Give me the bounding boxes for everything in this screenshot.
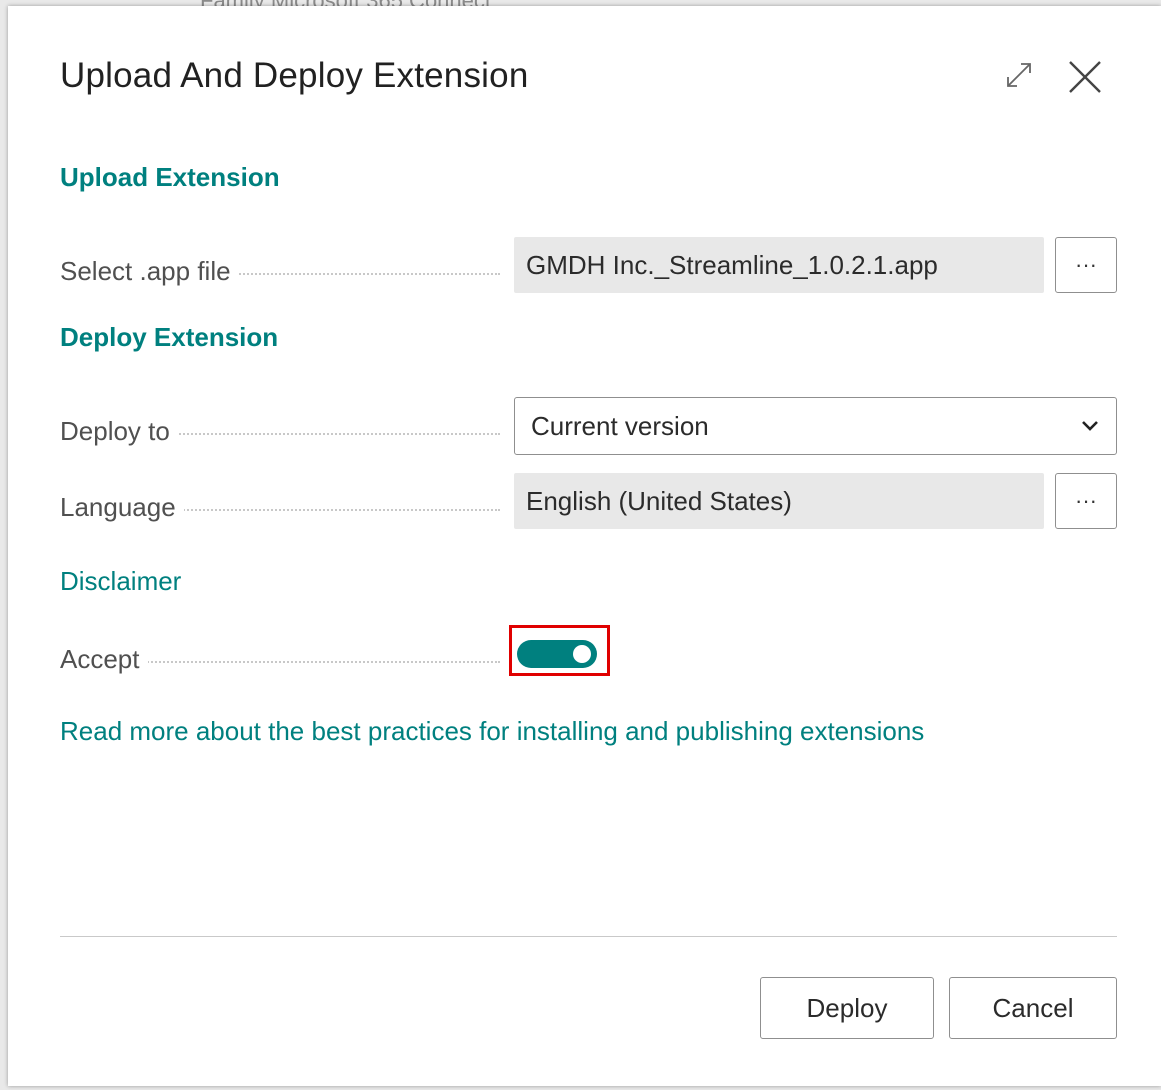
disclaimer-link[interactable]: Disclaimer <box>60 566 181 597</box>
accept-label: Accept <box>60 644 500 678</box>
cancel-button[interactable]: Cancel <box>949 977 1117 1039</box>
expand-button[interactable] <box>998 54 1040 96</box>
deploy-extension-heading: Deploy Extension <box>60 322 279 352</box>
language-label: Language <box>60 492 500 526</box>
select-file-button[interactable]: ··· <box>1055 237 1117 293</box>
upload-deploy-dialog: Upload And Deploy Extension Upload Exten… <box>8 6 1161 1086</box>
close-button[interactable] <box>1060 52 1110 102</box>
deploy-to-label: Deploy to <box>60 416 500 450</box>
dialog-title: Upload And Deploy Extension <box>60 56 529 95</box>
toggle-knob <box>573 645 591 663</box>
read-more-link[interactable]: Read more about the best practices for i… <box>60 716 924 747</box>
chevron-down-icon <box>1082 421 1098 431</box>
language-field[interactable]: English (United States) <box>514 473 1044 529</box>
upload-extension-heading: Upload Extension <box>60 162 280 192</box>
accept-toggle[interactable] <box>517 640 597 668</box>
footer-divider <box>60 936 1117 937</box>
select-language-button[interactable]: ··· <box>1055 473 1117 529</box>
close-icon <box>1069 61 1101 93</box>
app-file-field[interactable]: GMDH Inc._Streamline_1.0.2.1.app <box>514 237 1044 293</box>
select-app-file-label: Select .app file <box>60 256 500 290</box>
deploy-to-value: Current version <box>531 410 709 441</box>
deploy-button[interactable]: Deploy <box>760 977 934 1039</box>
deploy-to-select[interactable]: Current version <box>514 397 1117 455</box>
expand-arrows-icon <box>1007 63 1031 87</box>
